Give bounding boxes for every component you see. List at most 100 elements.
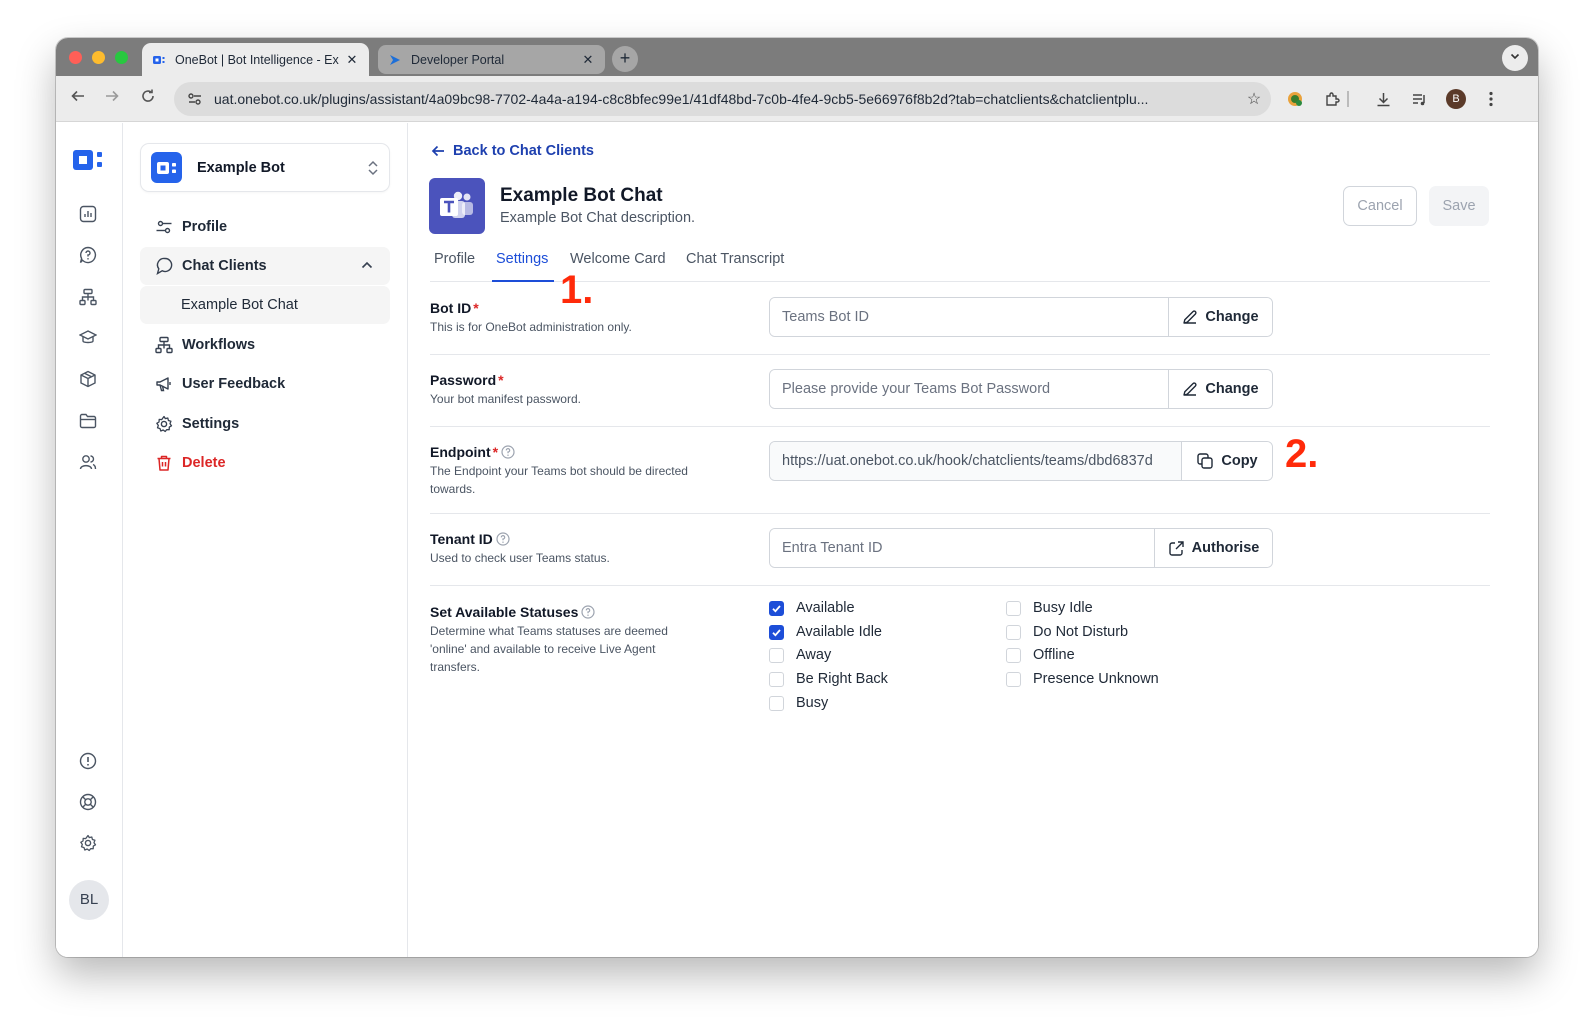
sidebar-item-workflows[interactable]: Workflows bbox=[140, 326, 390, 364]
tenant-id-input[interactable] bbox=[770, 529, 1154, 567]
checkbox[interactable] bbox=[1006, 647, 1021, 663]
sidebar-item-delete[interactable]: Delete bbox=[140, 444, 390, 482]
tab-close-icon[interactable]: ✕ bbox=[581, 52, 595, 68]
forward-button[interactable] bbox=[100, 87, 124, 111]
status-busy-idle[interactable]: Busy Idle bbox=[1006, 600, 1093, 616]
status-busy[interactable]: Busy bbox=[769, 695, 828, 711]
users-icon[interactable] bbox=[77, 451, 99, 473]
maximize-window-button[interactable] bbox=[115, 51, 128, 64]
sliders-icon bbox=[155, 218, 173, 236]
sidebar-item-chat-clients[interactable]: Chat Clients bbox=[140, 247, 390, 285]
bot-id-input[interactable] bbox=[770, 298, 1168, 336]
profile-avatar[interactable]: B bbox=[1445, 88, 1467, 110]
address-bar[interactable]: uat.onebot.co.uk/plugins/assistant/4a09b… bbox=[174, 82, 1271, 116]
save-button[interactable]: Save bbox=[1429, 186, 1489, 226]
bot-id-change-button[interactable]: Change bbox=[1168, 298, 1272, 336]
reload-icon bbox=[142, 89, 154, 102]
annotation-step-2: 2. bbox=[1285, 432, 1319, 476]
downloads-icon[interactable] bbox=[1372, 88, 1394, 110]
onebot-favicon-icon bbox=[153, 55, 165, 64]
user-avatar[interactable]: BL bbox=[69, 880, 109, 920]
checkbox[interactable] bbox=[769, 647, 784, 663]
checkbox-checked[interactable] bbox=[769, 624, 784, 640]
extensions-puzzle-icon[interactable] bbox=[1321, 88, 1343, 110]
sidebar-item-label: Example Bot Chat bbox=[181, 297, 298, 313]
tab-title: OneBot | Bot Intelligence - Ex bbox=[175, 52, 339, 67]
endpoint-input[interactable] bbox=[770, 442, 1181, 480]
status-label: Presence Unknown bbox=[1033, 671, 1159, 687]
status-be-right-back[interactable]: Be Right Back bbox=[769, 671, 888, 687]
cancel-button[interactable]: Cancel bbox=[1343, 186, 1417, 226]
status-available[interactable]: Available bbox=[769, 600, 855, 616]
reload-button[interactable] bbox=[136, 87, 160, 111]
help-circle-icon[interactable] bbox=[501, 445, 515, 459]
tab-chat-transcript[interactable]: Chat Transcript bbox=[686, 251, 784, 267]
tab-settings[interactable]: Settings bbox=[496, 251, 548, 267]
tenant-id-label: Tenant ID bbox=[430, 531, 510, 547]
sidebar-item-profile[interactable]: Profile bbox=[140, 208, 390, 246]
statuses-label: Set Available Statuses bbox=[430, 604, 595, 620]
tab-profile[interactable]: Profile bbox=[434, 251, 475, 267]
tab-search-button[interactable] bbox=[1502, 45, 1528, 71]
browser-tab-onebot[interactable]: OneBot | Bot Intelligence - Ex ✕ bbox=[142, 43, 369, 76]
endpoint-copy-button[interactable]: Copy bbox=[1181, 442, 1272, 480]
checkbox[interactable] bbox=[1006, 624, 1021, 640]
tab-title: Developer Portal bbox=[411, 52, 505, 67]
bot-id-description: This is for OneBot administration only. bbox=[430, 320, 632, 334]
browser-tab-developer-portal[interactable]: Developer Portal ✕ bbox=[378, 45, 605, 74]
status-available-idle[interactable]: Available Idle bbox=[769, 624, 882, 640]
extension-colorful-icon[interactable] bbox=[1284, 88, 1306, 110]
status-label: Be Right Back bbox=[796, 671, 888, 687]
status-presence-unknown[interactable]: Presence Unknown bbox=[1006, 671, 1159, 687]
alert-icon[interactable] bbox=[77, 750, 99, 772]
help-circle-icon[interactable] bbox=[496, 532, 510, 546]
browser-menu-icon[interactable] bbox=[1480, 88, 1502, 110]
back-to-chat-clients-link[interactable]: Back to Chat Clients bbox=[430, 143, 594, 159]
sidebar-item-settings[interactable]: Settings bbox=[140, 405, 390, 443]
developer-portal-favicon-icon bbox=[390, 54, 400, 65]
sidebar-item-label: Profile bbox=[182, 219, 228, 235]
support-icon[interactable] bbox=[77, 791, 99, 813]
sidebar: Example Bot Profile Chat Clients Example… bbox=[123, 123, 408, 957]
tab-close-icon[interactable]: ✕ bbox=[345, 52, 359, 68]
endpoint-label-text: Endpoint bbox=[430, 444, 491, 460]
endpoint-row: Endpoint * The Endpoint your Teams bot s… bbox=[430, 427, 1490, 514]
status-away[interactable]: Away bbox=[769, 647, 831, 663]
tab-welcome-card[interactable]: Welcome Card bbox=[570, 251, 666, 267]
arrow-left-icon bbox=[71, 90, 84, 102]
password-input[interactable] bbox=[770, 370, 1168, 408]
bookmark-star-icon[interactable]: ☆ bbox=[1237, 89, 1271, 109]
sidebar-item-user-feedback[interactable]: User Feedback bbox=[140, 365, 390, 403]
checkbox[interactable] bbox=[769, 695, 784, 711]
onebot-logo-icon[interactable] bbox=[72, 149, 106, 171]
close-window-button[interactable] bbox=[69, 51, 82, 64]
minimize-window-button[interactable] bbox=[92, 51, 105, 64]
checkbox[interactable] bbox=[1006, 600, 1021, 616]
help-circle-icon[interactable] bbox=[581, 605, 595, 619]
password-change-button[interactable]: Change bbox=[1168, 370, 1272, 408]
back-button[interactable] bbox=[66, 87, 90, 111]
title-bar: OneBot | Bot Intelligence - Ex ✕ Develop… bbox=[56, 38, 1538, 76]
folder-icon[interactable] bbox=[77, 410, 99, 432]
settings-icon[interactable] bbox=[77, 832, 99, 854]
help-chat-icon[interactable] bbox=[77, 244, 99, 266]
media-controls-icon[interactable] bbox=[1408, 88, 1430, 110]
status-do-not-disturb[interactable]: Do Not Disturb bbox=[1006, 624, 1128, 640]
sidebar-item-label: Workflows bbox=[182, 337, 256, 353]
checkbox[interactable] bbox=[1006, 671, 1021, 687]
site-settings-icon[interactable] bbox=[186, 90, 204, 108]
authorise-button[interactable]: Authorise bbox=[1154, 529, 1272, 567]
pencil-icon bbox=[1182, 309, 1198, 325]
url-text: uat.onebot.co.uk/plugins/assistant/4a09b… bbox=[214, 91, 1149, 107]
sidebar-subitem-example-bot-chat[interactable]: Example Bot Chat bbox=[140, 286, 390, 324]
workflow-icon[interactable] bbox=[77, 286, 99, 308]
checkbox-checked[interactable] bbox=[769, 600, 784, 616]
tenant-id-description: Used to check user Teams status. bbox=[430, 551, 610, 565]
analytics-icon[interactable] bbox=[77, 203, 99, 225]
bot-selector[interactable]: Example Bot bbox=[140, 143, 390, 192]
new-tab-button[interactable]: + bbox=[612, 46, 638, 72]
knowledge-icon[interactable] bbox=[77, 327, 99, 349]
status-offline[interactable]: Offline bbox=[1006, 647, 1075, 663]
package-icon[interactable] bbox=[77, 368, 99, 390]
checkbox[interactable] bbox=[769, 671, 784, 687]
